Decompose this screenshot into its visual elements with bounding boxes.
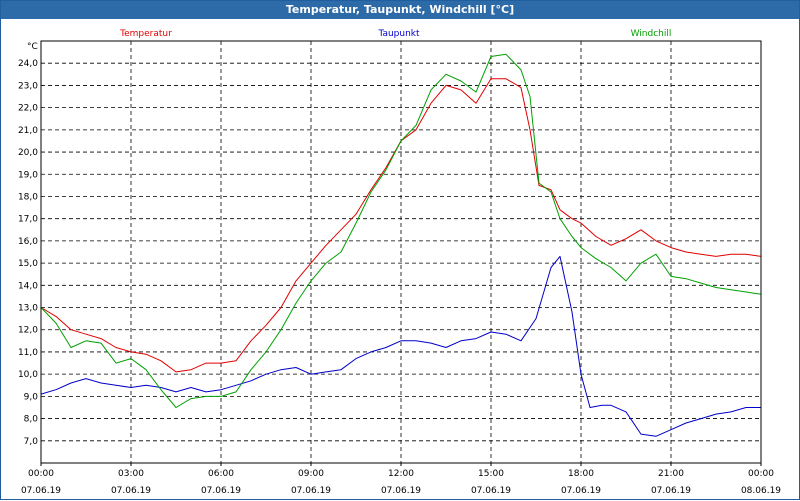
y-tick-label: 24,0 [18,59,38,69]
y-tick-label: 15,0 [18,259,38,269]
y-tick-label: 21,0 [18,126,38,136]
y-tick-label: 22,0 [18,104,38,114]
x-tick-date: 07.06.19 [471,486,511,496]
x-tick-date: 07.06.19 [111,486,151,496]
x-tick-date: 07.06.19 [201,486,241,496]
chart: Temperatur Taupunkt Windchill °C 7,0 8,0 9… [18,29,781,496]
y-tick-label: 18,0 [18,192,38,202]
y-tick-label: 17,0 [18,215,38,225]
y-tick-label: 20,0 [18,148,38,158]
x-tick-time: 00:00 [748,469,774,479]
x-tick-date: 08.06.19 [741,486,781,496]
y-tick-label: 13,0 [18,304,38,314]
y-axis-unit: °C [27,42,38,52]
y-tick-label: 7,0 [24,437,39,447]
chart-window: Temperatur, Taupunkt, Windchill [°C] Tem… [0,0,800,500]
series-line-taupunkt [40,255,761,437]
legend-taupunkt: Taupunkt [377,29,420,39]
x-tick-time: 00:00 [28,469,54,479]
x-tick-time: 21:00 [658,469,684,479]
x-tick-date: 07.06.19 [21,486,61,496]
x-tick-time: 18:00 [568,469,594,479]
y-tick-label: 14,0 [18,281,38,291]
x-tick-date: 07.06.19 [651,486,691,496]
y-tick-label: 16,0 [18,237,38,247]
x-tick-time: 03:00 [118,469,144,479]
x-tick-date: 07.06.19 [291,486,331,496]
y-tick-label: 12,0 [18,326,38,336]
y-tick-label: 23,0 [18,81,38,91]
x-tick-date: 07.06.19 [381,486,421,496]
x-tick-time: 15:00 [478,469,504,479]
y-tick-label: 10,0 [18,370,38,380]
legend-temperatur: Temperatur [119,29,172,39]
y-tick-label: 8,0 [24,415,39,425]
y-tick-label: 19,0 [18,170,38,180]
x-tick-time: 12:00 [388,469,414,479]
y-tick-label: 11,0 [18,348,38,358]
legend-windchill: Windchill [631,29,672,39]
x-tick-date: 07.06.19 [561,486,601,496]
x-tick-time: 06:00 [208,469,234,479]
y-tick-label: 9,0 [24,392,39,402]
x-tick-time: 09:00 [298,469,324,479]
